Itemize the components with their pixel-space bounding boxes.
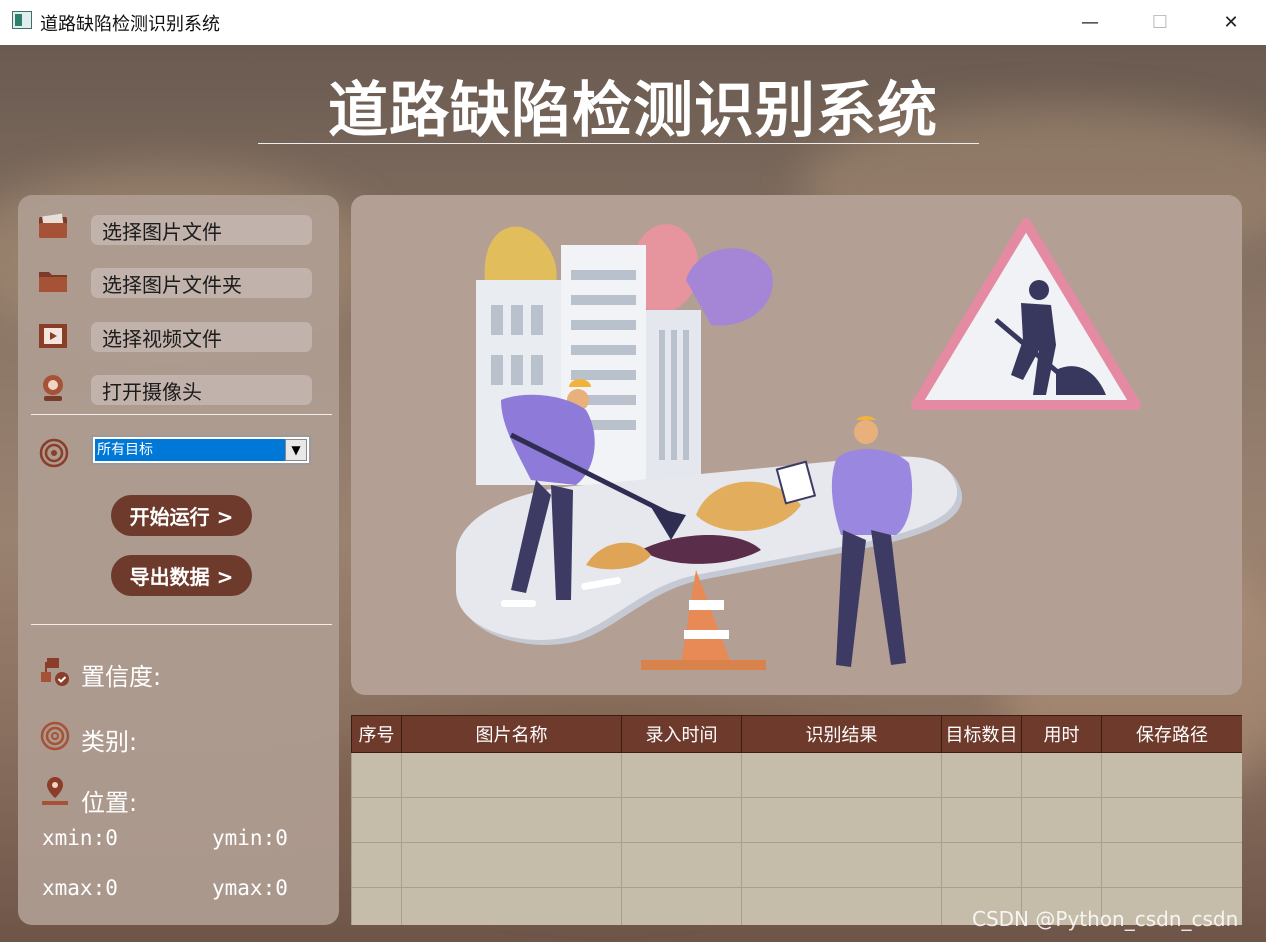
select-image-folder-button[interactable]: 选择图片文件夹 — [91, 268, 312, 298]
title-underline — [258, 143, 979, 144]
table-header-row: 序号 图片名称 录入时间 识别结果 目标数目 用时 保存路径 — [351, 715, 1242, 753]
table-row[interactable] — [351, 797, 1242, 843]
column-header-target-count[interactable]: 目标数目 — [941, 715, 1022, 753]
xmin-value: xmin:0 — [42, 826, 118, 850]
divider — [31, 414, 332, 415]
table-row[interactable] — [351, 752, 1242, 798]
category-icon — [40, 721, 70, 751]
watermark: CSDN @Python_csdn_csdn — [972, 907, 1239, 931]
position-label: 位置: — [81, 789, 138, 817]
ymax-value: ymax:0 — [212, 876, 288, 900]
confidence-label: 置信度: — [81, 663, 162, 691]
column-header-result[interactable]: 识别结果 — [741, 715, 942, 753]
column-header-image-name[interactable]: 图片名称 — [401, 715, 622, 753]
divider — [31, 624, 332, 625]
select-image-file-button[interactable]: 选择图片文件 — [91, 215, 312, 245]
column-header-duration[interactable]: 用时 — [1021, 715, 1102, 753]
target-select-value: 所有目标 — [95, 439, 285, 461]
column-header-entry-time[interactable]: 录入时间 — [621, 715, 742, 753]
video-icon — [39, 324, 67, 348]
column-header-save-path[interactable]: 保存路径 — [1101, 715, 1242, 753]
open-camera-button[interactable]: 打开摄像头 — [91, 375, 312, 405]
target-select[interactable]: 所有目标 ▼ — [91, 435, 311, 465]
window-title: 道路缺陷检测识别系统 — [40, 14, 220, 35]
column-header-index[interactable]: 序号 — [351, 715, 402, 753]
select-video-file-button[interactable]: 选择视频文件 — [91, 322, 312, 352]
app-icon — [12, 11, 32, 29]
image-folder-icon — [39, 213, 67, 238]
road-construction-illustration — [456, 218, 1141, 670]
export-data-button[interactable]: 导出数据 > — [111, 555, 252, 596]
category-label: 类别: — [81, 728, 138, 756]
image-display-panel — [351, 195, 1242, 695]
app-window: 道路缺陷检测识别系统 — ☐ ✕ 道路缺陷检测识别系统 选择图片文件 选择图片文… — [0, 0, 1266, 942]
title-bar: 道路缺陷检测识别系统 — ☐ ✕ — [0, 0, 1266, 46]
start-run-button[interactable]: 开始运行 > — [111, 495, 252, 536]
page-title: 道路缺陷检测识别系统 — [328, 76, 938, 146]
xmax-value: xmax:0 — [42, 876, 118, 900]
minimize-button[interactable]: — — [1055, 0, 1125, 45]
ymin-value: ymin:0 — [212, 826, 288, 850]
folder-icon — [39, 272, 67, 292]
location-pin-icon — [42, 777, 68, 805]
confidence-icon — [41, 658, 69, 686]
chevron-down-icon[interactable]: ▼ — [285, 439, 307, 461]
target-icon — [39, 438, 69, 468]
maximize-button[interactable]: ☐ — [1125, 0, 1195, 45]
table-row[interactable] — [351, 842, 1242, 888]
webcam-icon — [43, 375, 63, 401]
results-table[interactable]: 序号 图片名称 录入时间 识别结果 目标数目 用时 保存路径 — [351, 715, 1242, 925]
close-button[interactable]: ✕ — [1196, 0, 1266, 45]
